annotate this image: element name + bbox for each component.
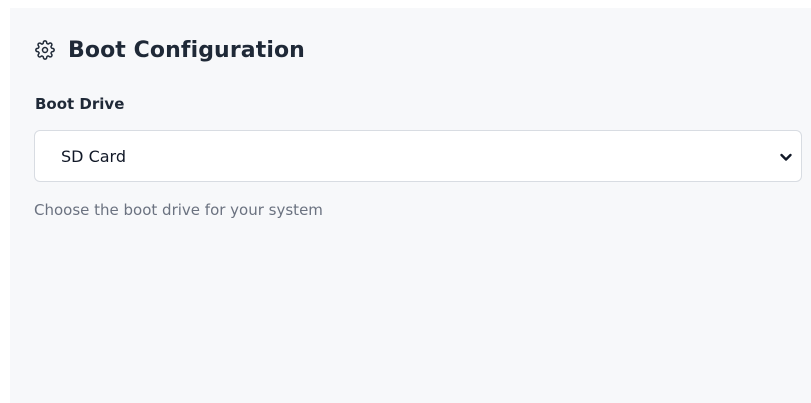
boot-drive-label: Boot Drive (35, 95, 125, 113)
section-title: Boot Configuration (68, 37, 305, 63)
chevron-down-icon (779, 149, 793, 163)
boot-drive-select[interactable]: SD Card (34, 130, 802, 182)
boot-configuration-panel: Boot Configuration Boot Drive SD Card Ch… (10, 8, 811, 403)
gear-icon (35, 40, 55, 60)
boot-drive-help-text: Choose the boot drive for your system (34, 201, 323, 219)
section-header: Boot Configuration (35, 36, 305, 64)
boot-drive-selected-value: SD Card (61, 146, 126, 166)
